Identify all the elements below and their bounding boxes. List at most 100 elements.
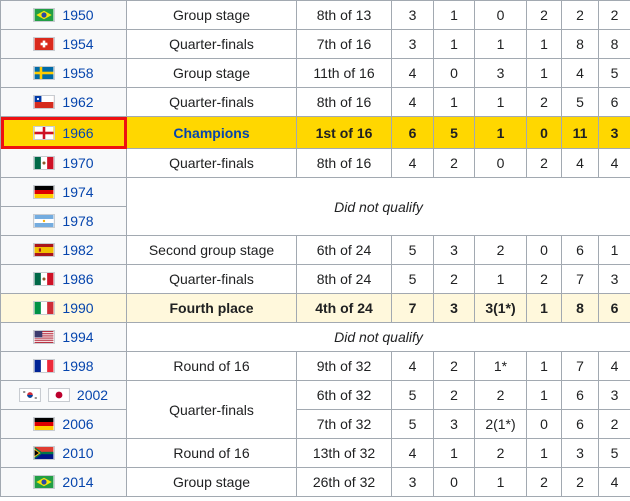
position-cell: 4th of 24 [296, 293, 392, 323]
year-cell[interactable]: 1970 [0, 148, 127, 178]
year-cell[interactable]: 1994 [0, 322, 127, 352]
germany-flag-icon [33, 185, 56, 199]
round-cell: Quarter-finals [126, 87, 297, 117]
d-cell: 2 [474, 380, 527, 410]
year-link[interactable]: 1986 [62, 271, 93, 287]
gf-cell: 4 [561, 58, 599, 88]
w-cell: 1 [433, 29, 475, 59]
year-cell[interactable]: 1950 [0, 0, 127, 30]
year-cell[interactable]: 1958 [0, 58, 127, 88]
w-cell: 2 [433, 148, 475, 178]
year-cell[interactable]: 1990 [0, 293, 127, 323]
d-cell: 1 [474, 116, 527, 149]
gf-cell: 11 [561, 116, 599, 149]
position-cell: 13th of 32 [296, 438, 392, 468]
table-row: 2014 Group stage 26th of 32 3 0 1 2 2 4 [0, 467, 630, 497]
gp-cell: 4 [391, 58, 434, 88]
d-cell: 0 [474, 148, 527, 178]
year-link[interactable]: 1970 [62, 155, 93, 171]
round-cell: Quarter-finals [126, 29, 297, 59]
table-row: 1962 Quarter-finals 8th of 16 4 1 1 2 5 … [0, 87, 630, 117]
year-cell[interactable]: 1962 [0, 87, 127, 117]
gp-cell: 5 [391, 264, 434, 294]
year-cell[interactable]: 1998 [0, 351, 127, 381]
w-cell: 1 [433, 438, 475, 468]
d-cell: 0 [474, 0, 527, 30]
year-cell[interactable]: 1966 [0, 116, 127, 149]
round-cell: Round of 16 [126, 351, 297, 381]
year-link[interactable]: 2010 [62, 445, 93, 461]
year-link[interactable]: 1998 [62, 358, 93, 374]
year-cell[interactable]: 1954 [0, 29, 127, 59]
year-link[interactable]: 1962 [62, 94, 93, 110]
mexico-flag-icon [33, 156, 56, 170]
year-cell[interactable]: 2014 [0, 467, 127, 497]
year-cell[interactable]: 1978 [0, 206, 127, 236]
table-row: 1982 Second group stage 6th of 24 5 3 2 … [0, 235, 630, 265]
ga-cell: 3 [598, 264, 630, 294]
ga-cell: 3 [598, 380, 630, 410]
table-row: 1954 Quarter-finals 7th of 16 3 1 1 1 8 … [0, 29, 630, 59]
position-cell: 8th of 16 [296, 87, 392, 117]
round-cell: Champions [126, 116, 297, 149]
year-link[interactable]: 2006 [62, 416, 93, 432]
year-cell[interactable]: 1974 [0, 177, 127, 207]
position-cell: 7th of 16 [296, 29, 392, 59]
year-link[interactable]: 2002 [77, 387, 108, 403]
year-link[interactable]: 2014 [62, 474, 93, 490]
year-cell[interactable]: 2010 [0, 438, 127, 468]
england-flag-icon [33, 125, 56, 140]
year-link[interactable]: 1994 [62, 329, 93, 345]
gf-cell: 6 [561, 235, 599, 265]
l-cell: 1 [526, 438, 562, 468]
year-link[interactable]: 1950 [62, 7, 93, 23]
year-link[interactable]: 1958 [62, 65, 93, 81]
gp-cell: 7 [391, 293, 434, 323]
france-flag-icon [33, 359, 56, 373]
position-cell: 6th of 32 [296, 380, 392, 410]
l-cell: 0 [526, 235, 562, 265]
table-row: 1950 Group stage 8th of 13 3 1 0 2 2 2 [0, 0, 630, 30]
ga-cell: 2 [598, 409, 630, 439]
ga-cell: 1 [598, 235, 630, 265]
round-cell: Second group stage [126, 235, 297, 265]
year-cell[interactable]: 1982 [0, 235, 127, 265]
l-cell: 1 [526, 380, 562, 410]
year-cell[interactable]: 2006 [0, 409, 127, 439]
w-cell: 5 [433, 116, 475, 149]
gp-cell: 4 [391, 148, 434, 178]
gp-cell: 4 [391, 351, 434, 381]
year-cell[interactable]: 1986 [0, 264, 127, 294]
ga-cell: 6 [598, 87, 630, 117]
l-cell: 0 [526, 409, 562, 439]
gp-cell: 6 [391, 116, 434, 149]
position-cell: 6th of 24 [296, 235, 392, 265]
table-row: 1990 Fourth place 4th of 24 7 3 3(1*) 1 … [0, 293, 630, 323]
l-cell: 1 [526, 351, 562, 381]
year-link[interactable]: 1978 [62, 213, 93, 229]
gp-cell: 3 [391, 0, 434, 30]
table-row: 1994 Did not qualify [0, 322, 630, 352]
ga-cell: 8 [598, 29, 630, 59]
year-link[interactable]: 1982 [62, 242, 93, 258]
year-link[interactable]: 1974 [62, 184, 93, 200]
w-cell: 2 [433, 351, 475, 381]
gp-cell: 4 [391, 87, 434, 117]
w-cell: 2 [433, 380, 475, 410]
year-link[interactable]: 1966 [62, 125, 93, 141]
year-cell[interactable]: 2002 [0, 380, 127, 410]
ga-cell: 5 [598, 58, 630, 88]
position-cell: 1st of 16 [296, 116, 392, 149]
round-cell: Quarter-finals [126, 264, 297, 294]
position-cell: 8th of 24 [296, 264, 392, 294]
gf-cell: 2 [561, 467, 599, 497]
gf-cell: 6 [561, 380, 599, 410]
l-cell: 2 [526, 148, 562, 178]
year-link[interactable]: 1954 [62, 36, 93, 52]
position-cell: 9th of 32 [296, 351, 392, 381]
w-cell: 1 [433, 0, 475, 30]
w-cell: 0 [433, 467, 475, 497]
position-cell: 26th of 32 [296, 467, 392, 497]
year-link[interactable]: 1990 [62, 300, 93, 316]
w-cell: 0 [433, 58, 475, 88]
